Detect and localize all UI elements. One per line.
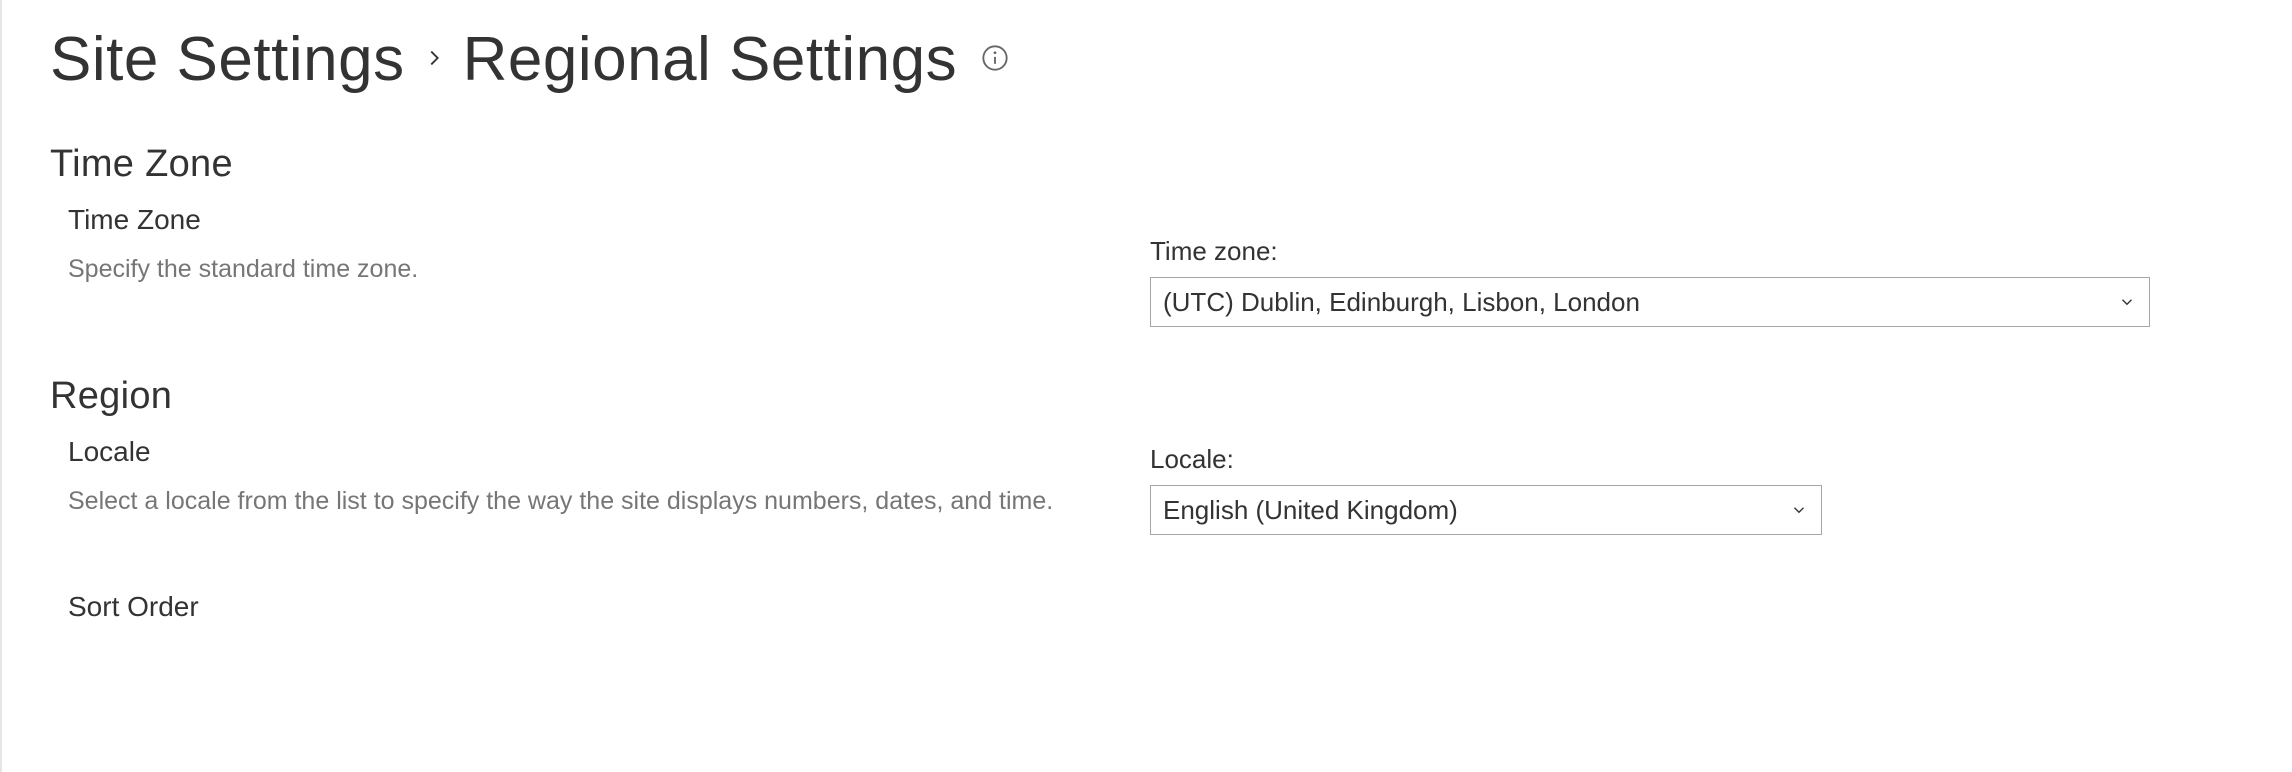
subtitle-sort-order: Sort Order bbox=[68, 591, 1110, 623]
description-timezone: Specify the standard time zone. bbox=[68, 252, 1110, 287]
breadcrumb-parent-link[interactable]: Site Settings bbox=[50, 24, 405, 95]
section-timezone: Time Zone Time Zone Specify the standard… bbox=[50, 143, 2292, 327]
section-title-timezone: Time Zone bbox=[50, 143, 2292, 186]
chevron-right-icon bbox=[423, 47, 445, 73]
label-locale: Locale: bbox=[1150, 444, 2150, 475]
locale-select[interactable]: English (United Kingdom) bbox=[1150, 485, 1822, 535]
subtitle-timezone: Time Zone bbox=[68, 204, 1110, 236]
description-locale: Select a locale from the list to specify… bbox=[68, 484, 1110, 519]
breadcrumb: Site Settings Regional Settings bbox=[50, 24, 2292, 95]
breadcrumb-current: Regional Settings bbox=[463, 24, 957, 95]
info-icon[interactable] bbox=[981, 44, 1009, 72]
timezone-select[interactable]: (UTC) Dublin, Edinburgh, Lisbon, London bbox=[1150, 277, 2150, 327]
subtitle-locale: Locale bbox=[68, 436, 1110, 468]
section-region: Region Locale Select a locale from the l… bbox=[50, 375, 2292, 639]
label-timezone: Time zone: bbox=[1150, 236, 2150, 267]
section-title-region: Region bbox=[50, 375, 2292, 418]
